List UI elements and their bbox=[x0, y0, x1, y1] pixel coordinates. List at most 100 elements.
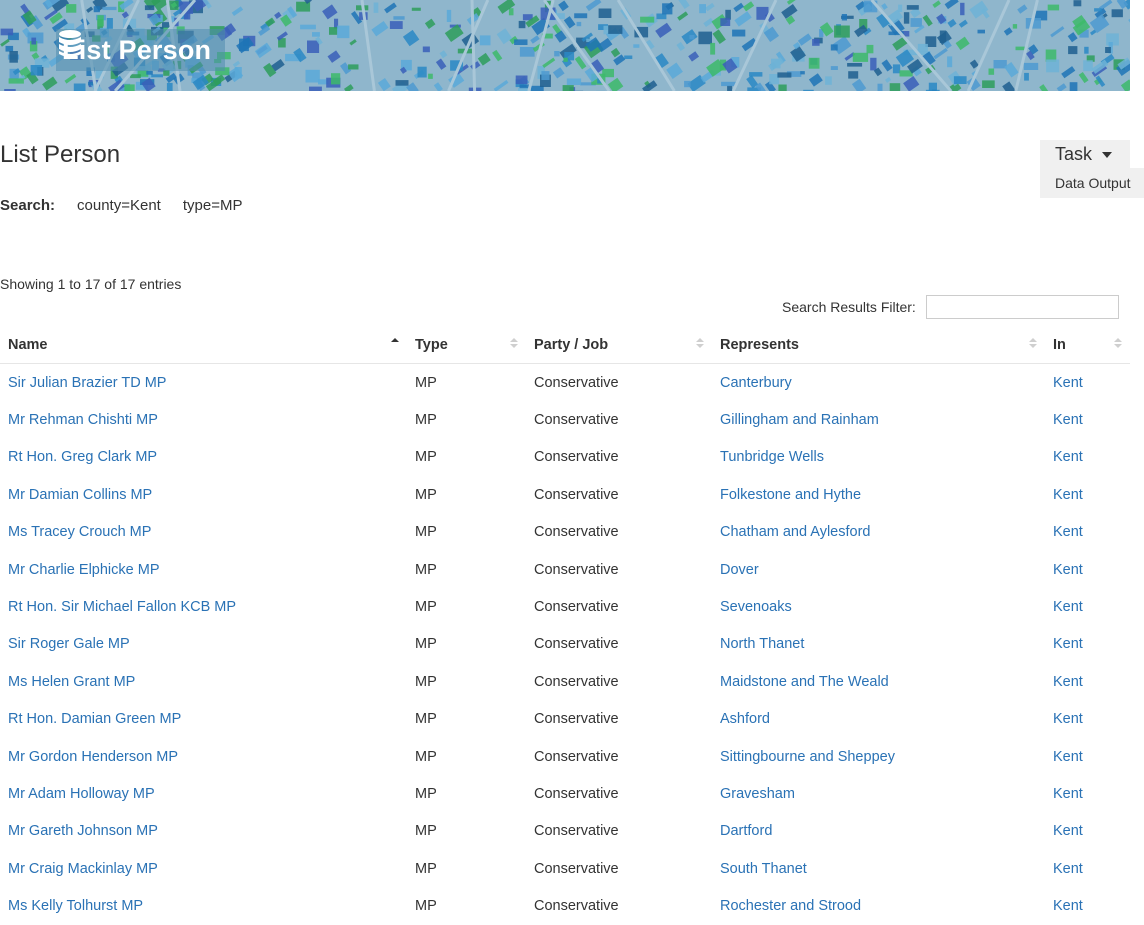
table-cell: Ms Tracey Crouch MP bbox=[0, 514, 407, 551]
table-cell: Kent bbox=[1045, 401, 1130, 438]
person-name-link[interactable]: Sir Roger Gale MP bbox=[8, 636, 130, 652]
constituency-link[interactable]: Chatham and Aylesford bbox=[720, 524, 870, 540]
county-link[interactable]: Kent bbox=[1053, 487, 1083, 503]
type-cell: MP bbox=[415, 749, 437, 765]
person-name-link[interactable]: Rt Hon. Greg Clark MP bbox=[8, 449, 157, 465]
table-cell: MP bbox=[407, 439, 526, 476]
county-link[interactable]: Kent bbox=[1053, 786, 1083, 802]
county-link[interactable]: Kent bbox=[1053, 898, 1083, 914]
table-cell: Conservative bbox=[526, 887, 712, 924]
table-row: Mr Rehman Chishti MPMPConservativeGillin… bbox=[0, 401, 1130, 438]
column-header-type[interactable]: Type bbox=[407, 326, 526, 364]
table-cell: Kent bbox=[1045, 626, 1130, 663]
county-link[interactable]: Kent bbox=[1053, 562, 1083, 578]
table-cell: Kent bbox=[1045, 663, 1130, 700]
constituency-link[interactable]: Sittingbourne and Sheppey bbox=[720, 749, 895, 765]
constituency-link[interactable]: North Thanet bbox=[720, 636, 804, 652]
table-row: Sir Roger Gale MPMPConservativeNorth Tha… bbox=[0, 626, 1130, 663]
banner-title: List Person bbox=[56, 29, 225, 71]
table-cell: Rt Hon. Sir Michael Fallon KCB MP bbox=[0, 588, 407, 625]
county-link[interactable]: Kent bbox=[1053, 599, 1083, 615]
column-header-party[interactable]: Party / Job bbox=[526, 326, 712, 364]
table-cell: Kent bbox=[1045, 850, 1130, 887]
table-cell: Mr Rehman Chishti MP bbox=[0, 401, 407, 438]
county-link[interactable]: Kent bbox=[1053, 636, 1083, 652]
party-cell: Conservative bbox=[534, 412, 619, 428]
table-cell: Kent bbox=[1045, 738, 1130, 775]
table-cell: MP bbox=[407, 701, 526, 738]
person-name-link[interactable]: Rt Hon. Damian Green MP bbox=[8, 711, 181, 727]
constituency-link[interactable]: Gillingham and Rainham bbox=[720, 412, 879, 428]
person-name-link[interactable]: Mr Rehman Chishti MP bbox=[8, 412, 158, 428]
party-cell: Conservative bbox=[534, 449, 619, 465]
table-row: Rt Hon. Greg Clark MP MP Conservative Tunbr… bbox=[0, 439, 1130, 476]
table-cell: Chatham and Aylesford bbox=[712, 514, 1045, 551]
table-row: Sir Julian Brazier TD MPMPConservativeCa… bbox=[0, 364, 1130, 402]
county-link[interactable]: Kent bbox=[1053, 375, 1083, 391]
page-title: List Person bbox=[0, 141, 120, 169]
county-link[interactable]: Kent bbox=[1053, 861, 1083, 877]
constituency-link[interactable]: Folkestone and Hythe bbox=[720, 487, 861, 503]
filter-input[interactable] bbox=[926, 295, 1119, 319]
table-cell: Rt Hon. Damian Green MP bbox=[0, 701, 407, 738]
person-name-link[interactable]: Rt Hon. Sir Michael Fallon KCB MP bbox=[8, 599, 236, 615]
constituency-link[interactable]: Rochester and Strood bbox=[720, 898, 861, 914]
county-link[interactable]: Kent bbox=[1053, 823, 1083, 839]
person-name-link[interactable]: Mr Adam Holloway MP bbox=[8, 786, 155, 802]
caret-down-icon bbox=[1102, 152, 1112, 158]
table-cell: Conservative bbox=[526, 364, 712, 402]
person-name-link[interactable]: Ms Tracey Crouch MP bbox=[8, 524, 151, 540]
table-cell: Mr Gareth Johnson MP bbox=[0, 813, 407, 850]
column-header-in[interactable]: In bbox=[1045, 326, 1130, 364]
table-cell: Sir Julian Brazier TD MP bbox=[0, 364, 407, 402]
constituency-link[interactable]: Canterbury bbox=[720, 375, 792, 391]
party-cell: Conservative bbox=[534, 562, 619, 578]
table-row: Mr Gordon Henderson MPMPConservativeSitt… bbox=[0, 738, 1130, 775]
task-button[interactable]: Task bbox=[1055, 144, 1112, 165]
person-name-link[interactable]: Mr Gordon Henderson MP bbox=[8, 749, 178, 765]
county-link[interactable]: Kent bbox=[1053, 412, 1083, 428]
menu-item-data-output[interactable]: Data Output bbox=[1040, 168, 1144, 198]
person-name-link[interactable]: Mr Craig Mackinlay MP bbox=[8, 861, 158, 877]
party-cell: Conservative bbox=[534, 674, 619, 690]
party-cell: Conservative bbox=[534, 599, 619, 615]
person-name-link[interactable]: Sir Julian Brazier TD MP bbox=[8, 375, 166, 391]
constituency-link[interactable]: Sevenoaks bbox=[720, 599, 792, 615]
county-link[interactable]: Kent bbox=[1053, 749, 1083, 765]
constituency-link[interactable]: Tunbridge Wells bbox=[720, 449, 824, 465]
column-header-represents[interactable]: Represents bbox=[712, 326, 1045, 364]
table-cell: Conservative bbox=[526, 850, 712, 887]
database-icon bbox=[56, 29, 84, 59]
person-name-link[interactable]: Ms Helen Grant MP bbox=[8, 674, 135, 690]
table-cell: Kent bbox=[1045, 551, 1130, 588]
table-cell: Ms Helen Grant MP bbox=[0, 663, 407, 700]
constituency-link[interactable]: Gravesham bbox=[720, 786, 795, 802]
table-cell: Gillingham and Rainham bbox=[712, 401, 1045, 438]
table-cell: MP bbox=[407, 850, 526, 887]
table-cell: Kent bbox=[1045, 775, 1130, 812]
task-dropdown[interactable]: Task bbox=[1040, 140, 1130, 168]
constituency-link[interactable]: South Thanet bbox=[720, 861, 807, 877]
person-name-link[interactable]: Mr Charlie Elphicke MP bbox=[8, 562, 160, 578]
constituency-link[interactable]: Dover bbox=[720, 562, 759, 578]
table-cell: Conservative bbox=[526, 439, 712, 476]
table-cell: Kent bbox=[1045, 588, 1130, 625]
table-row: Mr Charlie Elphicke MPMPConservativeDove… bbox=[0, 551, 1130, 588]
constituency-link[interactable]: Ashford bbox=[720, 711, 770, 727]
county-link[interactable]: Kent bbox=[1053, 449, 1083, 465]
person-name-link[interactable]: Ms Kelly Tolhurst MP bbox=[8, 898, 143, 914]
table-row: Ms Kelly Tolhurst MPMPConservativeRoches… bbox=[0, 887, 1130, 924]
person-name-link[interactable]: Mr Damian Collins MP bbox=[8, 487, 152, 503]
table-cell: North Thanet bbox=[712, 626, 1045, 663]
party-cell: Conservative bbox=[534, 487, 619, 503]
table-cell: MP bbox=[407, 663, 526, 700]
constituency-link[interactable]: Dartford bbox=[720, 823, 772, 839]
county-link[interactable]: Kent bbox=[1053, 524, 1083, 540]
table-cell: Kent bbox=[1045, 887, 1130, 924]
header-banner: List Person bbox=[0, 0, 1130, 91]
column-header-name[interactable]: Name bbox=[0, 326, 407, 364]
county-link[interactable]: Kent bbox=[1053, 674, 1083, 690]
person-name-link[interactable]: Mr Gareth Johnson MP bbox=[8, 823, 158, 839]
county-link[interactable]: Kent bbox=[1053, 711, 1083, 727]
constituency-link[interactable]: Maidstone and The Weald bbox=[720, 674, 889, 690]
